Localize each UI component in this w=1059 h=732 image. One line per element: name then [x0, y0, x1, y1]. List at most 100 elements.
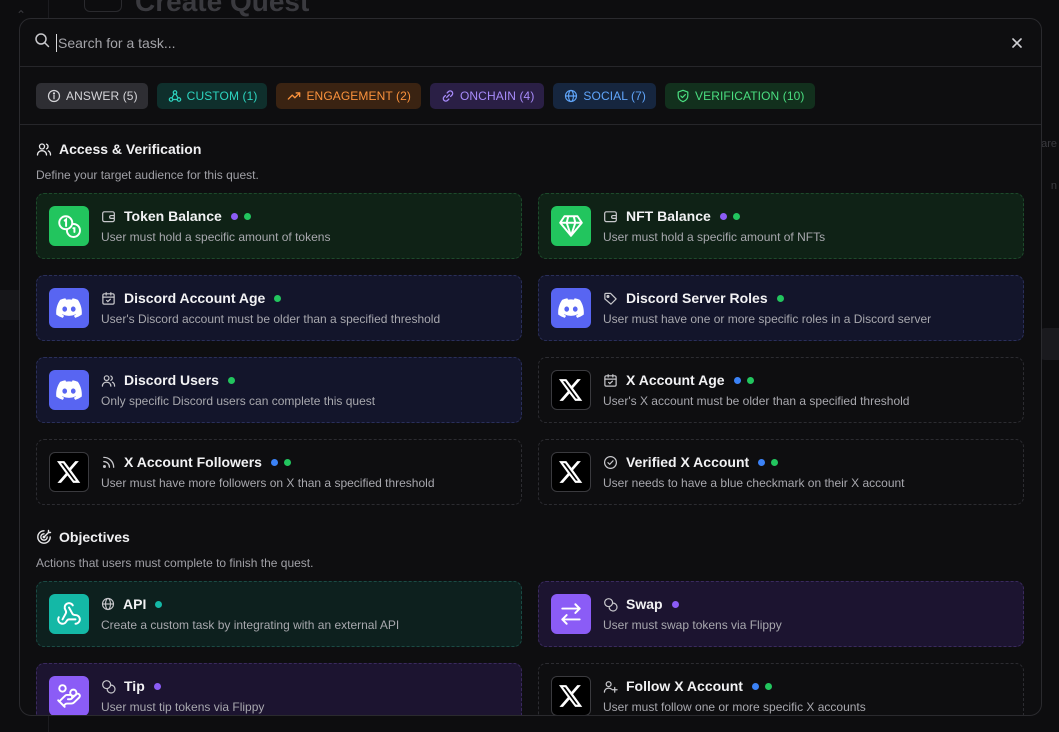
- task-card-body: API Create a custom task by integrating w…: [101, 596, 399, 632]
- task-card-x-account-age[interactable]: X Account Age User's X account must be ol…: [538, 357, 1024, 423]
- task-card-title: Discord Users: [124, 372, 219, 388]
- task-card-title: Follow X Account: [626, 678, 743, 694]
- filter-chip-custom[interactable]: CUSTOM (1): [156, 82, 268, 109]
- webhook-icon: [49, 594, 89, 634]
- category-dot-purple: [671, 600, 679, 608]
- target-icon: [36, 529, 52, 545]
- task-card-discord-account-age[interactable]: Discord Account Age User's Discord accoun…: [36, 275, 522, 341]
- category-dots: [758, 458, 779, 466]
- category-dots: [153, 682, 161, 690]
- task-card-body: Discord Users Only specific Discord users…: [101, 372, 375, 408]
- section-title: Access & Verification: [59, 141, 202, 157]
- task-card-body: Follow X Account User must follow one or …: [603, 678, 866, 714]
- filter-chip-answer[interactable]: ANSWER (5): [36, 82, 148, 109]
- filter-chip-label: ANSWER (5): [66, 88, 138, 103]
- category-dot-blue: [733, 376, 741, 384]
- category-dots: [719, 212, 740, 220]
- task-card-swap[interactable]: Swap User must swap tokens via Flippy: [538, 581, 1024, 647]
- task-card-title: Token Balance: [124, 208, 222, 224]
- section-header: Access & Verification: [36, 141, 1025, 157]
- search-input[interactable]: [56, 33, 1007, 52]
- shield-check-icon: [676, 89, 690, 103]
- task-card-header: Verified X Account: [603, 454, 905, 470]
- category-dot-green: [776, 294, 784, 302]
- task-card-description: User must hold a specific amount of toke…: [101, 230, 331, 244]
- category-dot-purple: [153, 682, 161, 690]
- task-card-body: Tip User must tip tokens via Flippy: [101, 678, 264, 714]
- category-dot-teal: [155, 600, 163, 608]
- filter-chip-social[interactable]: SOCIAL (7): [553, 82, 656, 109]
- task-card-follow-x-account[interactable]: Follow X Account User must follow one or …: [538, 663, 1024, 715]
- close-icon[interactable]: [1007, 33, 1027, 53]
- task-card-title: X Account Age: [626, 372, 725, 388]
- category-dot-green: [746, 376, 754, 384]
- swap-arrows-icon: [551, 594, 591, 634]
- task-card-discord-server-roles[interactable]: Discord Server Roles User must have one o…: [538, 275, 1024, 341]
- category-dot-blue: [758, 458, 766, 466]
- task-card-description: User must tip tokens via Flippy: [101, 700, 265, 714]
- wallet-icon: [603, 209, 618, 224]
- category-dot-blue: [751, 682, 759, 690]
- gem-icon: [551, 206, 591, 246]
- users-icon: [101, 373, 116, 388]
- task-card-title: API: [123, 596, 147, 612]
- filter-chip-engagement[interactable]: ENGAGEMENT (2): [276, 82, 421, 109]
- filter-chip-verification[interactable]: VERIFICATION (10): [665, 82, 815, 109]
- section-access: Access & Verification Define your target …: [36, 141, 1025, 505]
- globe-icon: [101, 597, 115, 611]
- task-card-x-account-followers[interactable]: X Account Followers User must have more f…: [36, 439, 522, 505]
- task-card-title: X Account Followers: [124, 454, 262, 470]
- task-card-verified-x-account[interactable]: Verified X Account User needs to have a b…: [538, 439, 1024, 505]
- check-circle-icon: [603, 455, 618, 470]
- side-tab: [1039, 328, 1059, 360]
- task-card-discord-users[interactable]: Discord Users Only specific Discord users…: [36, 357, 522, 423]
- link-icon: [441, 89, 455, 103]
- filter-chip-onchain[interactable]: ONCHAIN (4): [429, 82, 545, 109]
- task-card-body: Token Balance User must hold a specific a…: [101, 208, 330, 244]
- task-card-body: Discord Server Roles User must have one o…: [603, 290, 931, 326]
- filter-chip-label: ENGAGEMENT (2): [306, 88, 411, 103]
- x-logo-icon: [551, 676, 591, 715]
- category-dots: [227, 376, 235, 384]
- section-header: Objectives: [36, 529, 1025, 545]
- task-card-token-balance[interactable]: Token Balance User must hold a specific a…: [36, 193, 522, 259]
- task-card-nft-balance[interactable]: NFT Balance User must hold a specific amo…: [538, 193, 1024, 259]
- task-card-title: Tip: [124, 678, 145, 694]
- x-logo-icon: [551, 452, 591, 492]
- category-dot-green: [243, 212, 251, 220]
- category-dot-green: [732, 212, 740, 220]
- task-card-header: Discord Account Age: [101, 290, 440, 306]
- background-text: n: [1050, 180, 1057, 192]
- task-card-body: NFT Balance User must hold a specific amo…: [603, 208, 825, 244]
- task-card-description: User's Discord account must be older tha…: [101, 312, 441, 326]
- task-card-tip[interactable]: Tip User must tip tokens via Flippy: [36, 663, 522, 715]
- task-card-header: Discord Users: [101, 372, 375, 388]
- task-card-description: User must have one or more specific role…: [603, 312, 932, 326]
- section-description: Actions that users must complete to fini…: [36, 556, 314, 570]
- task-card-description: User must follow one or more specific X …: [603, 700, 866, 714]
- task-card-header: Tip: [101, 678, 264, 694]
- task-card-description: User's X account must be older than a sp…: [603, 394, 910, 408]
- category-filters: ANSWER (5) CUSTOM (1) ENGAGEMENT (2) ONCHAI…: [20, 67, 1041, 125]
- info-icon: [47, 89, 61, 103]
- webhook-icon: [168, 89, 182, 103]
- task-card-header: Follow X Account: [603, 678, 866, 694]
- task-card-title: NFT Balance: [626, 208, 711, 224]
- task-grid: API Create a custom task by integrating w…: [36, 581, 1025, 715]
- category-dots: [270, 458, 291, 466]
- filter-chip-label: VERIFICATION (10): [695, 88, 805, 103]
- globe-icon: [564, 89, 578, 103]
- coins-icon: [603, 597, 618, 612]
- category-dot-purple: [719, 212, 727, 220]
- section-title: Objectives: [59, 529, 130, 545]
- task-card-description: User must swap tokens via Flippy: [603, 618, 782, 632]
- task-card-api[interactable]: API Create a custom task by integrating w…: [36, 581, 522, 647]
- task-picker-dialog: ANSWER (5) CUSTOM (1) ENGAGEMENT (2) ONCHAI…: [19, 18, 1042, 716]
- search-bar: [20, 19, 1041, 67]
- page-title: Create Quest: [135, 0, 310, 17]
- category-dots: [155, 600, 163, 608]
- category-dots: [733, 376, 754, 384]
- task-card-body: X Account Followers User must have more f…: [101, 454, 435, 490]
- discord-icon: [49, 288, 89, 328]
- users-icon: [36, 141, 52, 157]
